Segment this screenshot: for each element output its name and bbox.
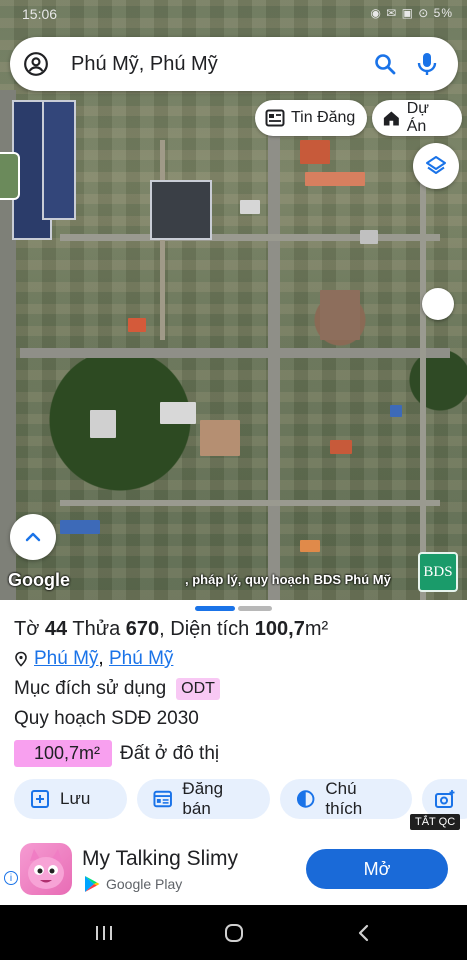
google-attribution: Google	[8, 570, 70, 590]
save-button[interactable]: Lưu	[14, 779, 127, 819]
legend-button[interactable]: Chú thích	[280, 779, 412, 819]
map-building-tower	[42, 100, 76, 220]
projects-chip[interactable]: Dự Án	[372, 100, 462, 136]
location-link-ward[interactable]: Phú Mỹ	[34, 648, 98, 669]
land-use-plan: Quy hoạch SDĐ 2030	[14, 708, 199, 729]
sheet-handle-active[interactable]	[195, 606, 235, 611]
turn-off-ads-button[interactable]: TẮT QC	[410, 814, 461, 830]
ad-title: My Talking Slimy	[82, 847, 238, 870]
map-roof	[60, 520, 100, 534]
voice-search-button[interactable]	[410, 47, 444, 81]
parcel-title: Tờ 44 Thửa 670, Diện tích 100,7m²	[14, 618, 328, 641]
map-road	[60, 500, 440, 506]
map-roof	[390, 405, 402, 417]
listings-chip-label: Tin Đăng	[291, 109, 356, 126]
map-slider-handle[interactable]	[422, 288, 454, 320]
bds-logo[interactable]: BDS	[418, 552, 458, 592]
photo-button[interactable]	[422, 779, 467, 819]
map-road	[160, 140, 165, 340]
system-nav-bar	[0, 905, 467, 960]
account-circle-icon[interactable]	[23, 51, 49, 77]
layers-button[interactable]	[413, 143, 459, 189]
screen: 15:06 ◉ ✉ ▣ ⊙ 5% Phú Mỹ, Phú Mỹ Tin Đăng…	[0, 0, 467, 960]
map-roof	[128, 318, 146, 332]
recent-apps-button[interactable]	[90, 919, 118, 947]
map-roof	[90, 410, 116, 438]
collapse-button[interactable]	[10, 514, 56, 560]
location-pin-icon	[15, 651, 27, 667]
house-icon	[383, 111, 399, 126]
map-roof	[330, 440, 352, 454]
layers-icon	[426, 156, 446, 174]
area-label: , Diện tích	[159, 618, 250, 640]
location-separator: ,	[98, 648, 104, 669]
half-circle-icon	[296, 790, 315, 808]
map-road	[420, 150, 426, 600]
microphone-icon	[417, 53, 437, 75]
ad-banner[interactable]: i My Talking Slimy Google Play Mở	[0, 833, 467, 905]
home-button[interactable]	[220, 919, 248, 947]
sheet-label: Tờ	[14, 618, 40, 640]
home-icon	[225, 924, 243, 942]
ad-open-button[interactable]: Mở	[306, 849, 448, 889]
satellite-map[interactable]: 15:06 ◉ ✉ ▣ ⊙ 5% Phú Mỹ, Phú Mỹ Tin Đăng…	[0, 0, 467, 600]
land-type: Đất ở đô thị	[120, 742, 220, 764]
listings-chip[interactable]: Tin Đăng	[255, 100, 368, 136]
map-road	[268, 120, 280, 600]
app-icon[interactable]	[20, 843, 72, 895]
save-label: Lưu	[60, 789, 91, 808]
search-bar[interactable]: Phú Mỹ, Phú Mỹ	[10, 37, 458, 91]
parcel-number: 670	[125, 618, 160, 640]
back-icon	[358, 924, 369, 942]
map-roof	[300, 540, 320, 552]
parcel-label: Thửa	[72, 618, 121, 640]
area-unit: m²	[304, 618, 329, 640]
map-road	[60, 234, 440, 241]
google-play-icon	[85, 876, 100, 892]
post-sale-label: Đăng bán	[182, 779, 224, 818]
land-area-row: 100,7m² Đất ở đô thị	[14, 740, 219, 767]
area-value: 100,7	[254, 618, 305, 640]
search-button[interactable]	[368, 47, 402, 81]
map-roof	[200, 420, 240, 456]
map-road	[20, 348, 450, 358]
map-roof	[305, 172, 365, 186]
legend-label: Chú thích	[325, 779, 363, 818]
status-icons: ◉ ✉ ▣ ⊙ 5%	[370, 6, 453, 20]
slimy-character-icon	[28, 849, 64, 889]
ad-store-label: Google Play	[106, 876, 183, 892]
map-caption: , pháp lý, quy hoạch BDS Phú Mỹ	[185, 572, 391, 587]
land-use-purpose: Mục đích sử dụng ODT	[14, 678, 220, 700]
location-link-town[interactable]: Phú Mỹ	[109, 648, 173, 669]
back-button[interactable]	[350, 919, 378, 947]
search-input[interactable]: Phú Mỹ, Phú Mỹ	[71, 53, 368, 76]
listing-icon	[153, 790, 172, 808]
purpose-code-badge: ODT	[176, 678, 220, 700]
sheet-number: 44	[44, 618, 68, 640]
street-view-thumbnail[interactable]	[0, 152, 20, 200]
recent-apps-icon	[96, 926, 112, 940]
map-roof	[300, 140, 330, 164]
map-roof	[240, 200, 260, 214]
status-time: 15:06	[22, 6, 58, 22]
map-roof	[160, 402, 196, 424]
map-building-tower	[150, 180, 212, 240]
map-roof	[360, 230, 378, 244]
purpose-label: Mục đích sử dụng	[14, 678, 167, 699]
search-icon	[375, 54, 396, 75]
parcel-info-panel: Tờ 44 Thửa 670, Diện tích 100,7m² Phú Mỹ…	[0, 600, 467, 833]
add-square-icon	[31, 790, 49, 808]
sheet-handle[interactable]	[238, 606, 272, 611]
ad-store: Google Play	[84, 875, 182, 893]
post-sale-button[interactable]: Đăng bán	[137, 779, 270, 819]
chevron-up-icon	[25, 532, 41, 542]
projects-chip-label: Dự Án	[406, 100, 429, 135]
land-area-chip: 100,7m²	[14, 740, 113, 767]
ad-info-icon[interactable]: i	[4, 871, 18, 885]
camera-add-icon	[435, 790, 455, 808]
newspaper-icon	[265, 109, 285, 127]
parcel-location: Phú Mỹ, Phú Mỹ	[14, 648, 173, 670]
map-roof	[320, 290, 360, 340]
